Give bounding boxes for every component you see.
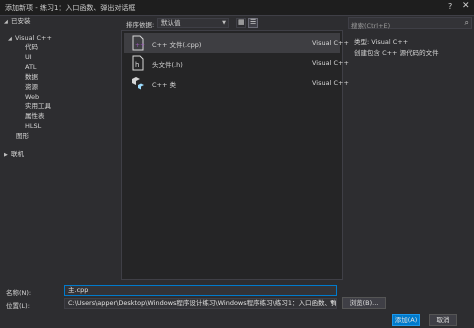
template-name: C++ 类 <box>152 81 176 89</box>
tree-item-web[interactable]: Web <box>25 93 39 102</box>
tree-item-property-sheets[interactable]: 属性表 <box>25 112 45 121</box>
template-item-header[interactable]: h 头文件(.h) Visual C++ <box>124 53 349 73</box>
category-tree: ◢ 已安装 ◢ Visual C++ 代码 UI ATL 数据 资源 Web 实用工… <box>0 16 121 280</box>
tree-item-atl[interactable]: ATL <box>25 63 37 72</box>
collapsed-arrow-icon: ▶ <box>4 152 8 158</box>
close-button[interactable]: ✕ <box>462 1 470 11</box>
chevron-down-icon[interactable]: ▼ <box>330 299 334 308</box>
template-name: C++ 文件(.cpp) <box>152 41 202 49</box>
grid-view-icon: ▦ <box>238 18 245 26</box>
svg-text:h: h <box>135 61 139 69</box>
sort-label: 排序依据: <box>126 21 155 29</box>
tree-item-code[interactable]: 代码 <box>25 43 38 52</box>
search-box[interactable]: 搜索(Ctrl+E) ⌕ <box>348 17 472 30</box>
cancel-button[interactable]: 取消 <box>429 314 457 326</box>
tree-item-ui[interactable]: UI <box>25 53 32 62</box>
tree-item-resources[interactable]: 资源 <box>25 83 38 92</box>
title-bar: 添加新项 - 练习1：入口函数、弹出对话框 ? ✕ <box>0 0 474 16</box>
details-type: 类型: Visual C++ <box>354 38 409 46</box>
template-language: Visual C++ <box>312 39 349 47</box>
location-input[interactable]: C:\Users\apper\Desktop\Windows程序设计练习\Win… <box>64 298 337 309</box>
tree-item-visual-cpp[interactable]: ◢ Visual C++ <box>8 34 52 43</box>
cpp-file-icon: ++ <box>132 35 145 51</box>
template-language: Visual C++ <box>312 59 349 67</box>
help-button[interactable]: ? <box>448 2 452 11</box>
template-item-class[interactable]: C++ 类 Visual C++ <box>124 73 349 93</box>
sort-value: 默认值 <box>161 19 181 27</box>
template-language: Visual C++ <box>312 79 349 87</box>
grid-view-button[interactable]: ▦ <box>236 18 246 28</box>
chevron-down-icon: ▼ <box>222 20 226 26</box>
tree-item-hlsl[interactable]: HLSL <box>25 122 41 131</box>
template-list: ++ C++ 文件(.cpp) Visual C++ h 头文件(.h) Vis… <box>121 30 349 280</box>
list-view-button[interactable]: ☰ <box>248 18 258 28</box>
header-file-icon: h <box>132 55 144 71</box>
template-name: 头文件(.h) <box>152 61 183 69</box>
tree-item-online[interactable]: ▶ 联机 <box>4 150 24 159</box>
search-placeholder: 搜索(Ctrl+E) <box>351 22 391 30</box>
template-item-cpp[interactable]: ++ C++ 文件(.cpp) Visual C++ <box>124 33 349 53</box>
location-value: C:\Users\apper\Desktop\Windows程序设计练习\Win… <box>68 299 337 307</box>
sort-bar: 排序依据: 默认值 ▼ ▦ ☰ <box>121 16 343 30</box>
name-input[interactable]: 主.cpp <box>64 285 337 296</box>
details-description: 创建包含 C++ 源代码的文件 <box>354 49 439 57</box>
window-title: 添加新项 - 练习1：入口函数、弹出对话框 <box>5 4 136 12</box>
search-icon[interactable]: ⌕ <box>465 18 469 28</box>
list-view-icon: ☰ <box>250 18 257 26</box>
location-label: 位置(L): <box>6 302 30 310</box>
expanded-arrow-icon: ◢ <box>8 36 12 42</box>
sort-dropdown[interactable]: 默认值 ▼ <box>157 18 229 28</box>
name-label: 名称(N): <box>6 289 32 297</box>
svg-text:++: ++ <box>135 42 145 49</box>
expanded-arrow-icon: ◢ <box>4 19 8 25</box>
tree-item-data[interactable]: 数据 <box>25 73 38 82</box>
tree-item-utilities[interactable]: 实用工具 <box>25 102 51 111</box>
class-icon <box>132 77 144 90</box>
add-button[interactable]: 添加(A) <box>392 314 420 326</box>
tree-item-graphics[interactable]: 图形 <box>16 132 29 141</box>
tree-item-installed[interactable]: ◢ 已安装 <box>4 17 31 26</box>
browse-button[interactable]: 浏览(B)... <box>342 297 386 309</box>
